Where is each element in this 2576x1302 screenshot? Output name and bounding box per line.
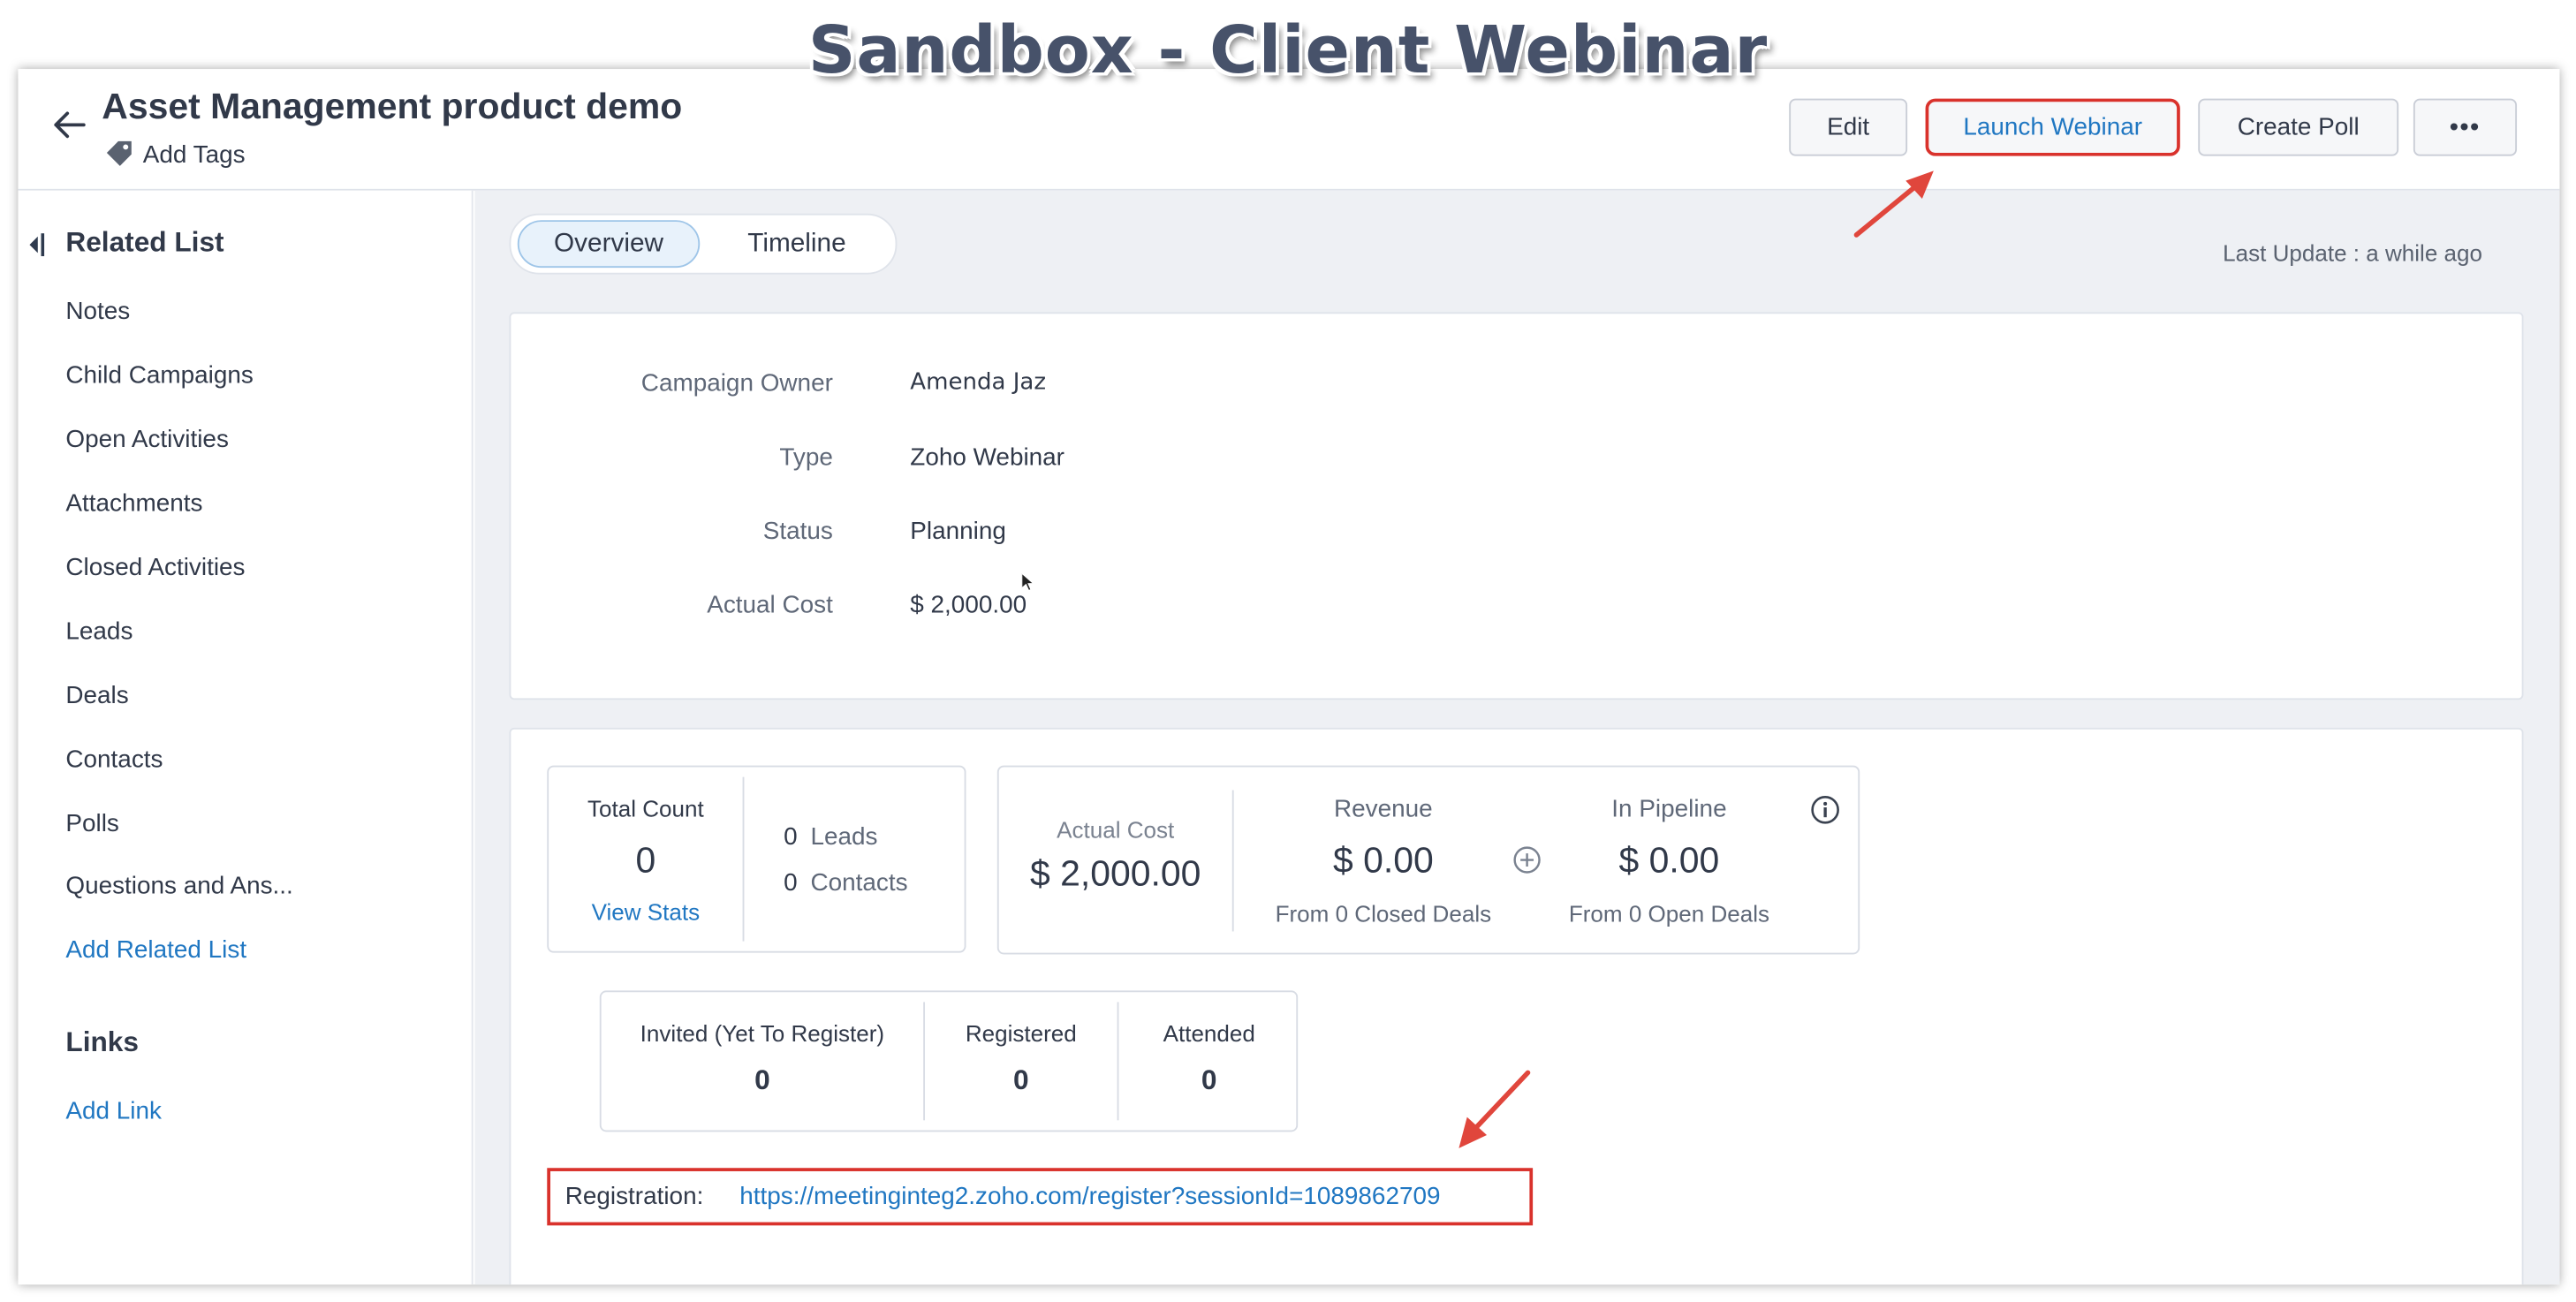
attended-value: 0: [1201, 1064, 1217, 1096]
type-value[interactable]: Zoho Webinar: [910, 443, 1064, 472]
details-card: Campaign Owner Amenda Jaz Type Zoho Webi…: [509, 312, 2524, 700]
attendance-box: Invited (Yet To Register) 0 Registered 0…: [599, 990, 1299, 1132]
invited-label: Invited (Yet To Register): [640, 1019, 885, 1047]
revenue-value: $ 0.00: [1332, 839, 1434, 881]
registration-row: Registration: https://meetinginteg2.zoho…: [547, 1168, 1534, 1226]
registration-url-link[interactable]: https://meetinginteg2.zoho.com/register?…: [739, 1183, 1440, 1211]
add-tags-link[interactable]: Add Tags: [103, 138, 246, 170]
contacts-count: 0 Contacts: [784, 869, 907, 897]
annotation-arrow-icon: [1853, 170, 1934, 238]
banner-title: Sandbox - Client Webinar: [807, 12, 1769, 89]
actual-cost-stat-label: Actual Cost: [1057, 816, 1175, 844]
contacts-count-label: Contacts: [810, 868, 908, 897]
last-update-text: Last Update : a while ago: [2223, 239, 2483, 267]
sidebar-item-attachments[interactable]: Attachments: [65, 489, 202, 518]
pipeline-subtext: From 0 Open Deals: [1568, 900, 1770, 927]
launch-webinar-button[interactable]: Launch Webinar: [1925, 98, 2180, 156]
actual-cost-stat-value: $ 2,000.00: [1030, 852, 1201, 894]
campaign-owner-value[interactable]: Amenda Jaz: [910, 369, 1046, 396]
revenue-label: Revenue: [1334, 795, 1433, 823]
campaign-owner-label: Campaign Owner: [640, 369, 833, 398]
leads-count-label: Leads: [810, 822, 878, 852]
registered-label: Registered: [965, 1019, 1077, 1047]
mouse-cursor-icon: [1021, 573, 1035, 592]
tab-timeline[interactable]: Timeline: [715, 220, 879, 268]
more-options-button[interactable]: •••: [2413, 98, 2518, 156]
type-label: Type: [779, 443, 833, 472]
invited-value: 0: [754, 1064, 770, 1096]
sidebar-item-closed-activities[interactable]: Closed Activities: [65, 554, 245, 582]
plus-circle-icon: [1513, 846, 1541, 874]
pipeline-label: In Pipeline: [1611, 795, 1727, 823]
attended-label: Attended: [1163, 1019, 1255, 1047]
leads-count: 0 Leads: [784, 823, 877, 852]
status-value[interactable]: Planning: [910, 518, 1006, 546]
sidebar-item-questions[interactable]: Questions and Ans...: [65, 873, 292, 901]
total-count-box: Total Count 0 View Stats 0 Leads 0 Contact…: [547, 765, 966, 953]
add-link-link[interactable]: Add Link: [65, 1097, 162, 1125]
sidebar-item-open-activities[interactable]: Open Activities: [65, 426, 229, 454]
sidebar-item-polls[interactable]: Polls: [65, 810, 118, 838]
divider: [742, 776, 745, 942]
divider: [1231, 790, 1234, 932]
add-tags-label: Add Tags: [142, 140, 246, 169]
sidebar-item-child-campaigns[interactable]: Child Campaigns: [65, 361, 253, 390]
sidebar-item-leads[interactable]: Leads: [65, 617, 133, 646]
info-icon[interactable]: [1810, 795, 1839, 824]
annotation-arrow-icon: [1458, 1070, 1531, 1148]
add-related-list-link[interactable]: Add Related List: [65, 936, 246, 965]
view-tabs: Overview Timeline: [509, 213, 898, 275]
stats-card: Total Count 0 View Stats 0 Leads 0 Contact…: [509, 727, 2524, 1285]
actual-cost-label: Actual Cost: [707, 591, 833, 620]
tag-icon: [106, 140, 132, 166]
sidebar-item-contacts[interactable]: Contacts: [65, 746, 163, 774]
leads-count-value: 0: [784, 822, 798, 852]
registration-label: Registration:: [564, 1182, 704, 1211]
registered-value: 0: [1012, 1064, 1029, 1096]
links-heading: Links: [65, 1026, 139, 1058]
related-list-heading: Related List: [65, 226, 224, 258]
page-title: Asset Management product demo: [102, 85, 683, 127]
create-poll-button[interactable]: Create Poll: [2198, 98, 2399, 156]
sidebar-item-deals[interactable]: Deals: [65, 682, 128, 710]
sidebar: Related List Notes Child Campaigns Open …: [18, 190, 474, 1285]
tab-overview[interactable]: Overview: [517, 220, 701, 269]
sidebar-item-notes[interactable]: Notes: [65, 298, 130, 326]
collapse-sidebar-icon[interactable]: [28, 233, 45, 257]
total-count-value: 0: [635, 839, 656, 881]
view-stats-link[interactable]: View Stats: [549, 898, 742, 925]
edit-button[interactable]: Edit: [1789, 98, 1908, 156]
pipeline-value: $ 0.00: [1618, 839, 1720, 881]
app-window: Asset Management product demo Add Tags E…: [18, 69, 2560, 1285]
total-count-label: Total Count: [587, 795, 704, 821]
revenue-subtext: From 0 Closed Deals: [1275, 900, 1492, 927]
actual-cost-value[interactable]: $ 2,000.00: [910, 591, 1027, 619]
cost-revenue-box: Actual Cost $ 2,000.00 Revenue $ 0.00 Fr…: [996, 765, 1860, 955]
contacts-count-value: 0: [784, 868, 798, 897]
status-label: Status: [762, 517, 833, 546]
back-arrow-icon[interactable]: [51, 109, 87, 141]
